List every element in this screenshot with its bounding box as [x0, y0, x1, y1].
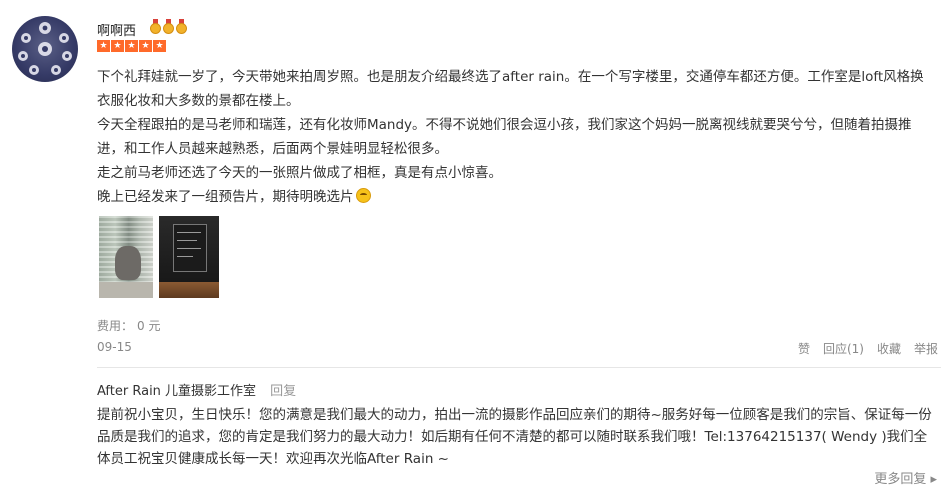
reply-count-button[interactable]: 回应(1) [823, 340, 864, 357]
review-date: 09-15 [97, 340, 132, 354]
medal-icon [150, 19, 161, 34]
reply-button[interactable]: 回复 [270, 384, 296, 399]
merchant-reply-text: 提前祝小宝贝，生日快乐！您的满意是我们最大的动力，拍出一流的摄影作品回应亲们的期… [97, 407, 932, 467]
divider [97, 367, 941, 368]
medal-badges [150, 19, 187, 34]
medal-icon [176, 19, 187, 34]
photo-thumbnails [99, 216, 219, 298]
merchant-reply-header: After Rain 儿童摄影工作室 回复 [97, 380, 296, 399]
review-paragraph-last: 晚上已经发来了一组预告片，期待明晚选片 [97, 185, 935, 209]
star-icon: ★ [125, 40, 138, 52]
user-avatar[interactable] [12, 16, 78, 82]
rating-stars: ★ ★ ★ ★ ★ [97, 40, 166, 52]
review-paragraph: 今天全程跟拍的是马老师和瑞莲，还有化妆师Mandy。不得不说她们很会逗小孩，我们… [97, 117, 912, 157]
review-paragraph: 走之前马老师还选了今天的一张照片做成了相框，真是有点小惊喜。 [97, 165, 502, 181]
medal-icon [163, 19, 174, 34]
star-icon: ★ [111, 40, 124, 52]
review-text: 下个礼拜娃就一岁了，今天带她来拍周岁照。也是朋友介绍最终选了after rain… [97, 65, 935, 209]
merchant-name[interactable]: After Rain 儿童摄影工作室 [97, 384, 256, 399]
fee: 费用： 0 元 [97, 317, 160, 334]
username[interactable]: 啊啊西 [97, 20, 136, 39]
review-paragraph: 晚上已经发来了一组预告片，期待明晚选片 [97, 189, 354, 205]
report-button[interactable]: 举报 [914, 340, 938, 357]
review-paragraph: 下个礼拜娃就一岁了，今天带她来拍周岁照。也是朋友介绍最终选了after rain… [97, 69, 924, 109]
like-button[interactable]: 赞 [798, 340, 810, 357]
zodiac-avatar-icon [18, 22, 72, 75]
fee-value: 0 元 [137, 319, 161, 333]
more-replies-link[interactable]: 更多回复 ▸ [874, 468, 937, 487]
review-actions: 赞 回应(1) 收藏 举报 [798, 340, 938, 357]
photo-thumbnail-baby[interactable] [99, 216, 153, 298]
star-icon: ★ [153, 40, 166, 52]
photo-thumbnail-frame[interactable] [159, 216, 219, 298]
star-icon: ★ [97, 40, 110, 52]
smile-emoji-icon [355, 188, 371, 203]
star-icon: ★ [139, 40, 152, 52]
favorite-button[interactable]: 收藏 [877, 340, 901, 357]
fee-label: 费用： [97, 319, 134, 333]
